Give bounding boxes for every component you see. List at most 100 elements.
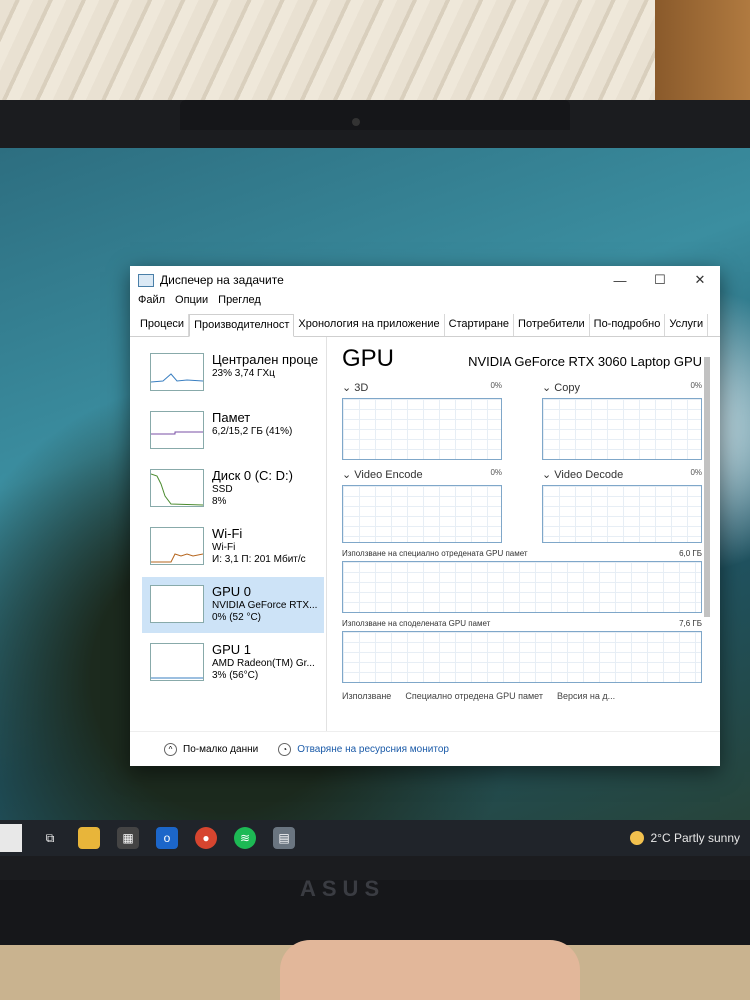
tab-startup[interactable]: Стартиране bbox=[445, 314, 515, 336]
microsoft-store-icon[interactable]: ▦ bbox=[117, 827, 139, 849]
memory-thumbnail-graph bbox=[150, 411, 204, 449]
sidebar-item-wifi-adapter: Wi-Fi bbox=[212, 542, 236, 553]
engine-video-decode-selector[interactable]: ⌄ Video Decode bbox=[542, 468, 623, 481]
gpu0-thumbnail-graph bbox=[150, 585, 204, 623]
sidebar-item-disk-type: SSD bbox=[212, 484, 233, 495]
sidebar-item-disk-title: Диск 0 (C: D:) bbox=[212, 468, 293, 483]
tab-bar: Процеси Производителност Хронология на п… bbox=[130, 314, 720, 337]
sidebar-item-disk-value: 8% bbox=[212, 496, 227, 507]
spotify-icon[interactable]: ≋ bbox=[234, 827, 256, 849]
engine-3d-selector[interactable]: ⌄ 3D bbox=[342, 381, 368, 394]
engine-video-encode-pct: 0% bbox=[490, 468, 502, 477]
open-resource-monitor-link[interactable]: ◔ Отваряне на ресурсния монитор bbox=[278, 742, 449, 756]
sidebar-item-gpu0[interactable]: GPU 0 NVIDIA GeForce RTX... 0% (52 °C) bbox=[142, 577, 324, 633]
fewer-details-button[interactable]: ^ По-малко данни bbox=[164, 742, 259, 756]
engine-video-decode-label: Video Decode bbox=[554, 469, 624, 481]
resource-monitor-label: Отваряне на ресурсния монитор bbox=[297, 743, 449, 755]
stat-dedicated-memory-label: Специално отредена GPU памет bbox=[405, 691, 543, 701]
performance-panel: Централен проце 23% 3,74 ГХц Памет 6,2/1… bbox=[130, 337, 720, 732]
tab-users[interactable]: Потребители bbox=[514, 314, 590, 336]
sidebar-item-wifi-title: Wi-Fi bbox=[212, 526, 243, 541]
gpu1-thumbnail-graph bbox=[150, 643, 204, 681]
outlook-icon[interactable]: o bbox=[156, 827, 178, 849]
menu-options[interactable]: Опции bbox=[175, 294, 208, 314]
laptop-brand-logo: ASUS bbox=[300, 876, 386, 901]
weather-text: 2°C Partly sunny bbox=[650, 831, 740, 845]
minimize-button[interactable]: — bbox=[600, 273, 640, 288]
engine-copy-pct: 0% bbox=[690, 381, 702, 390]
fewer-details-label: По-малко данни bbox=[183, 743, 259, 755]
sidebar-item-wifi-value: И: 3,1 П: 201 Мбит/с bbox=[212, 554, 306, 565]
tab-app-history[interactable]: Хронология на приложение bbox=[294, 314, 445, 336]
resource-list: Централен проце 23% 3,74 ГХц Памет 6,2/1… bbox=[142, 345, 324, 730]
task-manager-icon bbox=[138, 273, 154, 287]
engine-video-decode-pct: 0% bbox=[690, 468, 702, 477]
tab-performance[interactable]: Производителност bbox=[189, 314, 295, 337]
close-button[interactable]: ✕ bbox=[680, 272, 720, 288]
maximize-button[interactable]: ☐ bbox=[640, 272, 680, 288]
taskbar: ⧉ ▦ o ● ≋ ▤ 2°C Partly sunny bbox=[0, 820, 750, 856]
background-hand bbox=[280, 940, 580, 1000]
shared-memory-label: Използване на споделената GPU памет bbox=[342, 619, 491, 628]
partly-sunny-icon bbox=[630, 831, 645, 845]
engine-video-encode-graph bbox=[342, 485, 502, 543]
sidebar-item-wifi[interactable]: Wi-Fi Wi-Fi И: 3,1 П: 201 Мбит/с bbox=[142, 519, 324, 575]
dedicated-memory-label: Използване на специално отредената GPU п… bbox=[342, 549, 528, 558]
weather-widget[interactable]: 2°C Partly sunny bbox=[630, 831, 740, 845]
stat-driver-version-label: Версия на д... bbox=[557, 691, 616, 701]
title-bar: Диспечер на задачите — ☐ ✕ bbox=[130, 266, 720, 294]
sidebar-item-gpu1-title: GPU 1 bbox=[212, 642, 252, 657]
sidebar-item-memory[interactable]: Памет 6,2/15,2 ГБ (41%) bbox=[142, 403, 324, 459]
laptop-camera-notch bbox=[180, 100, 570, 130]
sidebar-item-cpu-title: Централен проце bbox=[212, 352, 319, 367]
panel-divider bbox=[326, 337, 327, 732]
sidebar-item-gpu1[interactable]: GPU 1 AMD Radeon(TM) Gr... 3% (56°C) bbox=[142, 635, 324, 691]
task-manager-taskbar-icon[interactable]: ▤ bbox=[273, 827, 295, 849]
cpu-thumbnail-graph bbox=[150, 353, 204, 391]
memory-sparkline-icon bbox=[151, 431, 203, 435]
stat-utilization-label: Използване bbox=[342, 691, 392, 701]
engine-video-decode-graph bbox=[542, 485, 702, 543]
gpu-detail-pane: GPU NVIDIA GeForce RTX 3060 Laptop GPU ⌄… bbox=[342, 345, 702, 730]
sidebar-item-disk[interactable]: Диск 0 (C: D:) SSD 8% bbox=[142, 461, 324, 517]
gpu-heading: GPU bbox=[342, 345, 395, 372]
scrollbar-thumb[interactable] bbox=[704, 357, 710, 617]
tab-services[interactable]: Услуги bbox=[665, 314, 709, 336]
resource-monitor-icon: ◔ bbox=[278, 742, 292, 756]
dedicated-memory-max: 6,0 ГБ bbox=[679, 549, 702, 558]
sidebar-item-gpu0-model: NVIDIA GeForce RTX... bbox=[212, 600, 318, 611]
engine-copy-selector[interactable]: ⌄ Copy bbox=[542, 381, 580, 394]
chrome-icon[interactable]: ● bbox=[195, 827, 217, 849]
shared-memory-max: 7,6 ГБ bbox=[679, 619, 702, 628]
menu-bar: Файл Опции Преглед bbox=[130, 294, 720, 314]
webcam-icon bbox=[352, 118, 360, 126]
wifi-thumbnail-graph bbox=[150, 527, 204, 565]
sidebar-item-cpu-value: 23% 3,74 ГХц bbox=[212, 368, 275, 379]
sidebar-item-cpu[interactable]: Централен проце 23% 3,74 ГХц bbox=[142, 345, 324, 401]
footer-bar: ^ По-малко данни ◔ Отваряне на ресурсния… bbox=[130, 731, 720, 766]
chevron-up-icon: ^ bbox=[164, 742, 177, 756]
gpu1-sparkline-icon bbox=[151, 677, 203, 679]
menu-view[interactable]: Преглед bbox=[218, 294, 261, 314]
sidebar-item-gpu1-model: AMD Radeon(TM) Gr... bbox=[212, 658, 315, 669]
engine-copy-graph bbox=[542, 398, 702, 460]
engine-video-encode-label: Video Encode bbox=[354, 469, 423, 481]
sidebar-item-memory-title: Памет bbox=[212, 410, 251, 425]
sidebar-item-gpu0-title: GPU 0 bbox=[212, 584, 252, 599]
vertical-scrollbar[interactable] bbox=[702, 347, 712, 722]
sidebar-item-gpu0-value: 0% (52 °C) bbox=[212, 612, 262, 623]
engine-copy-label: Copy bbox=[554, 382, 580, 394]
engine-video-encode-selector[interactable]: ⌄ Video Encode bbox=[342, 468, 423, 481]
window-title: Диспечер на задачите bbox=[160, 273, 284, 287]
file-explorer-icon[interactable] bbox=[78, 827, 100, 849]
disk-sparkline-icon bbox=[150, 473, 204, 506]
task-view-icon[interactable]: ⧉ bbox=[39, 827, 61, 849]
menu-file[interactable]: Файл bbox=[138, 294, 165, 314]
engine-3d-label: 3D bbox=[354, 382, 369, 394]
sidebar-item-gpu1-value: 3% (56°C) bbox=[212, 670, 259, 681]
tab-details[interactable]: По-подробно bbox=[590, 314, 666, 336]
taskbar-search-box[interactable] bbox=[0, 824, 22, 852]
engine-3d-graph bbox=[342, 398, 502, 460]
sidebar-item-memory-value: 6,2/15,2 ГБ (41%) bbox=[212, 426, 293, 437]
tab-processes[interactable]: Процеси bbox=[136, 314, 190, 336]
